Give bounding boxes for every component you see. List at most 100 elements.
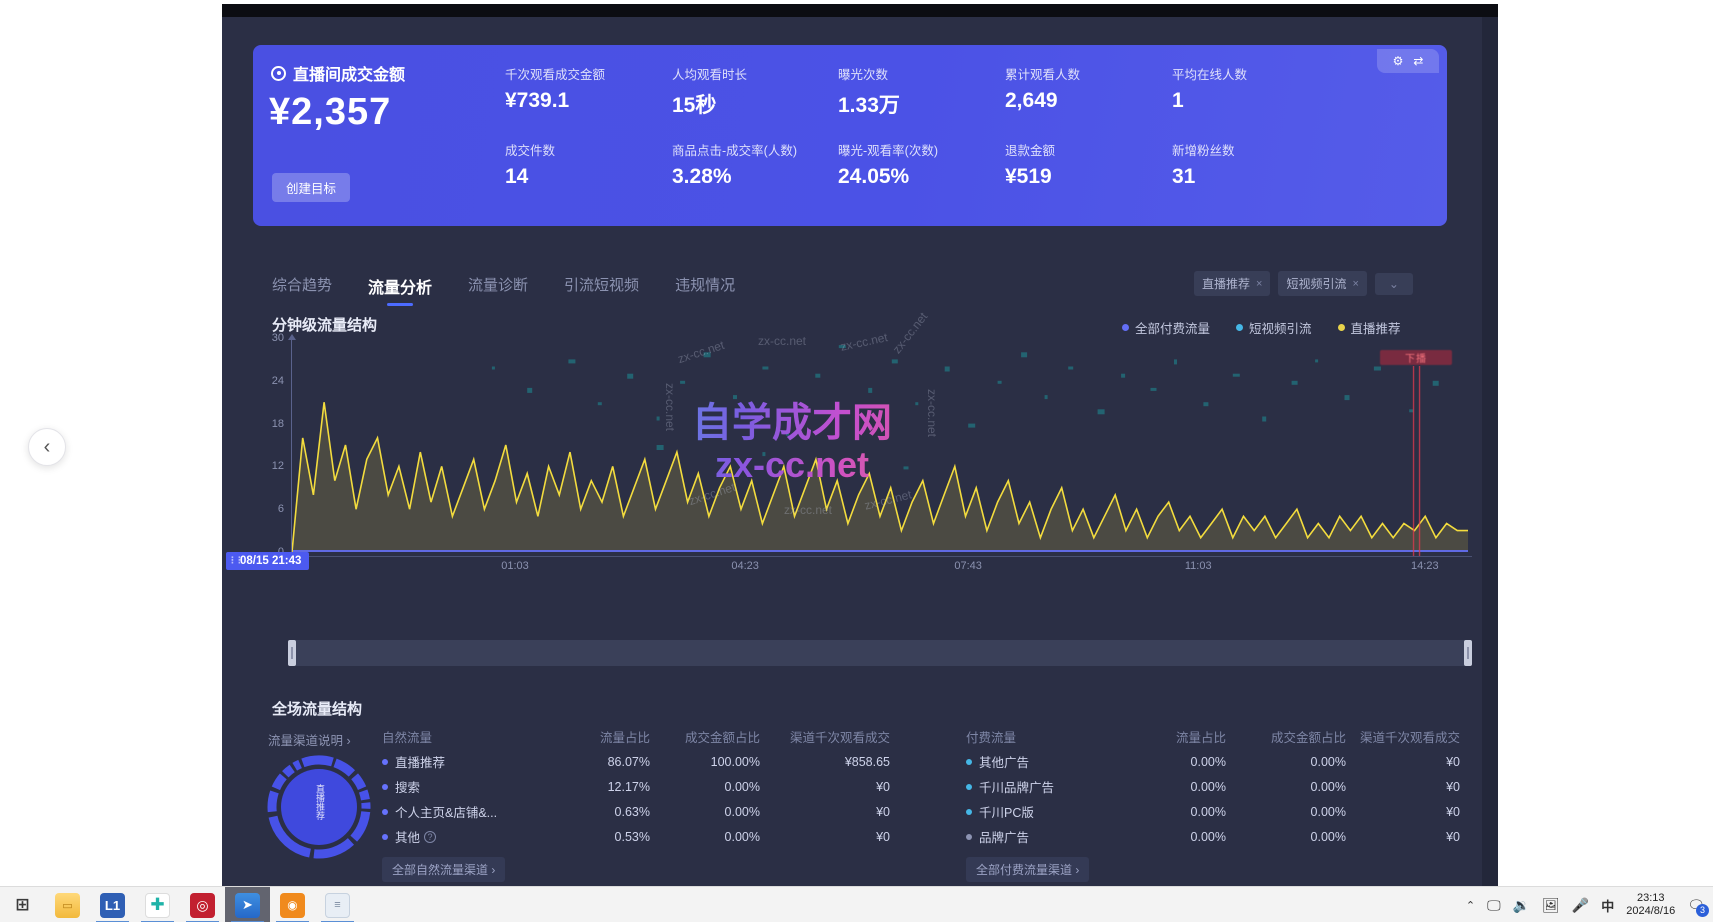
table-row: 个人主页&店铺&...0.63%0.00%¥0 (382, 799, 890, 824)
taskbar-app-red-ring[interactable]: ◎ (180, 887, 225, 922)
network-icon[interactable]: 🖵 (1487, 897, 1501, 914)
gear-icon[interactable]: ⚙ (1393, 54, 1404, 68)
taskbar-app-l1[interactable]: L1 (90, 887, 135, 922)
metric-label: 千次观看成交金额 (505, 64, 675, 83)
metric-label: 累计观看人数 (1005, 64, 1175, 83)
metric-value: 24.05% (838, 165, 1008, 189)
hero-metric: 曝光-观看率(次数) 24.05% (838, 140, 1008, 189)
channel-label: 其他广告 (966, 752, 1136, 771)
channel-help-link[interactable]: 流量渠道说明 › (268, 730, 351, 749)
folder-icon: ▭ (55, 893, 80, 918)
back-button[interactable]: ‹ (28, 428, 66, 466)
channel-label: 千川品牌广告 (966, 777, 1136, 796)
metric-label: 人均观看时长 (672, 64, 842, 83)
channel-label: 搜索 (382, 777, 560, 796)
metric-label: 新增粉丝数 (1172, 140, 1342, 159)
x-axis (291, 556, 1472, 557)
y-tick: 30 (258, 332, 284, 344)
taskbar-app-blue-pointer[interactable]: ➤ (225, 887, 270, 922)
ime-indicator[interactable]: 中 (1601, 896, 1614, 915)
hero-metric: 曝光次数1.33万 (838, 64, 1008, 119)
hero-metric: 退款金额 ¥519 (1005, 140, 1175, 189)
filter-chip[interactable]: 短视频引流 × (1278, 271, 1366, 296)
traffic-share: 0.63% (560, 805, 650, 819)
all-channels-link[interactable]: 全部自然流量渠道 › (382, 857, 505, 882)
channel-dot-icon (966, 809, 972, 815)
metric-value: 31 (1172, 165, 1342, 189)
tab-引流短视频[interactable]: 引流短视频 (564, 274, 639, 306)
chip-dropdown[interactable]: ⌄ (1375, 273, 1413, 295)
microphone-icon[interactable]: 🎤 (1572, 897, 1589, 914)
metric-label: 曝光-观看率(次数) (838, 140, 1008, 159)
col-header: 流量占比 (1136, 727, 1226, 746)
metric-value: 3.28% (672, 165, 842, 189)
chip-label: 短视频引流 (1286, 275, 1346, 292)
taskbar-app-teal-plus[interactable]: ✚ (135, 887, 180, 922)
notification-icon[interactable]: 🗨 3 (1687, 897, 1705, 914)
channel-label: 其他? (382, 827, 560, 846)
donut-center-label: 直播推荐 (314, 784, 327, 820)
chip-label: 直播推荐 (1202, 275, 1250, 292)
y-tick: 18 (258, 418, 284, 430)
metric-label: 成交件数 (505, 140, 675, 159)
gmv-share: 0.00% (1226, 830, 1346, 844)
traffic-share: 86.07% (560, 755, 650, 769)
traffic-share: 0.53% (560, 830, 650, 844)
live-gmv-card: 直播间成交金额 ¥2,357 创建目标 ⚙ ⇄ 千次观看成交金额¥739.1人均… (253, 45, 1447, 226)
create-goal-button[interactable]: 创建目标 (272, 173, 350, 202)
window-titlebar (222, 4, 1498, 17)
taskbar-app-orange-cam[interactable]: ◉ (270, 887, 315, 922)
legend-dot-icon (1236, 324, 1243, 331)
full-section-title: 全场流量结构 (272, 698, 362, 719)
hero-metric: 新增粉丝数 31 (1172, 140, 1342, 189)
hero-metric: 平均在线人数1 (1172, 64, 1342, 113)
metric-value: ¥519 (1005, 165, 1175, 189)
window-right-shade (1482, 17, 1498, 886)
red-ring-app-icon: ◎ (190, 893, 215, 918)
col-header: 自然流量 (382, 727, 560, 746)
swap-icon[interactable]: ⇄ (1413, 54, 1423, 68)
channel-dot-icon (966, 759, 972, 765)
metric-label: 退款金额 (1005, 140, 1175, 159)
per-thousand-gmv: ¥0 (760, 805, 890, 819)
close-icon[interactable]: × (1256, 278, 1262, 290)
channel-dot-icon (382, 834, 388, 840)
image-tool-icon[interactable]: 🖼 (1542, 897, 1560, 914)
live-room-icon (271, 66, 286, 81)
all-channels-link[interactable]: 全部付费流量渠道 › (966, 857, 1089, 882)
clock[interactable]: 23:13 2024/8/16 (1626, 892, 1675, 918)
metric-value: ¥739.1 (505, 89, 675, 113)
gmv-share: 0.00% (650, 780, 760, 794)
time-range-slider[interactable] (288, 640, 1472, 666)
taskbar-file-explorer[interactable]: ▭ (45, 887, 90, 922)
x-start-time-chip[interactable]: 08/15 21:43 (226, 552, 309, 570)
taskbar-notepad[interactable]: ≡ (315, 887, 360, 922)
orange-cam-app-icon: ◉ (280, 893, 305, 918)
taskbar-start[interactable]: ⊞ (0, 887, 45, 922)
minute-traffic-chart[interactable] (292, 334, 1472, 556)
help-icon[interactable]: ? (424, 831, 436, 843)
table-row: 品牌广告0.00%0.00%¥0 (966, 824, 1460, 849)
x-tick: 14:23 (1411, 560, 1439, 572)
traffic-share: 0.00% (1136, 830, 1226, 844)
slider-left-handle[interactable] (288, 640, 296, 666)
y-tick: 24 (258, 375, 284, 387)
tab-流量诊断[interactable]: 流量诊断 (468, 274, 528, 306)
gmv-share: 0.00% (650, 830, 760, 844)
analysis-tabs: 综合趋势 流量分析 流量诊断 引流短视频 违规情况 (272, 274, 735, 306)
windows-taskbar: ⊞ ▭ L1✚ ◎ ➤ ◉ ≡ ⌃ 🖵 🔉 🖼 🎤 中 23:13 2024/8/16 🗨 … (0, 886, 1713, 922)
y-tick: 6 (258, 503, 284, 515)
slider-right-handle[interactable] (1464, 640, 1472, 666)
speaker-icon[interactable]: 🔉 (1513, 897, 1530, 914)
per-thousand-gmv: ¥0 (1346, 830, 1460, 844)
channel-dot-icon (382, 759, 388, 765)
col-header: 成交金额占比 (1226, 727, 1346, 746)
tray-chevron-icon[interactable]: ⌃ (1466, 899, 1475, 912)
legend-dot-icon (1122, 324, 1129, 331)
tab-综合趋势[interactable]: 综合趋势 (272, 274, 332, 306)
tab-流量分析[interactable]: 流量分析 (368, 274, 432, 306)
close-icon[interactable]: × (1352, 278, 1358, 290)
filter-chip[interactable]: 直播推荐 × (1194, 271, 1270, 296)
tab-违规情况[interactable]: 违规情况 (675, 274, 735, 306)
traffic-share: 0.00% (1136, 755, 1226, 769)
